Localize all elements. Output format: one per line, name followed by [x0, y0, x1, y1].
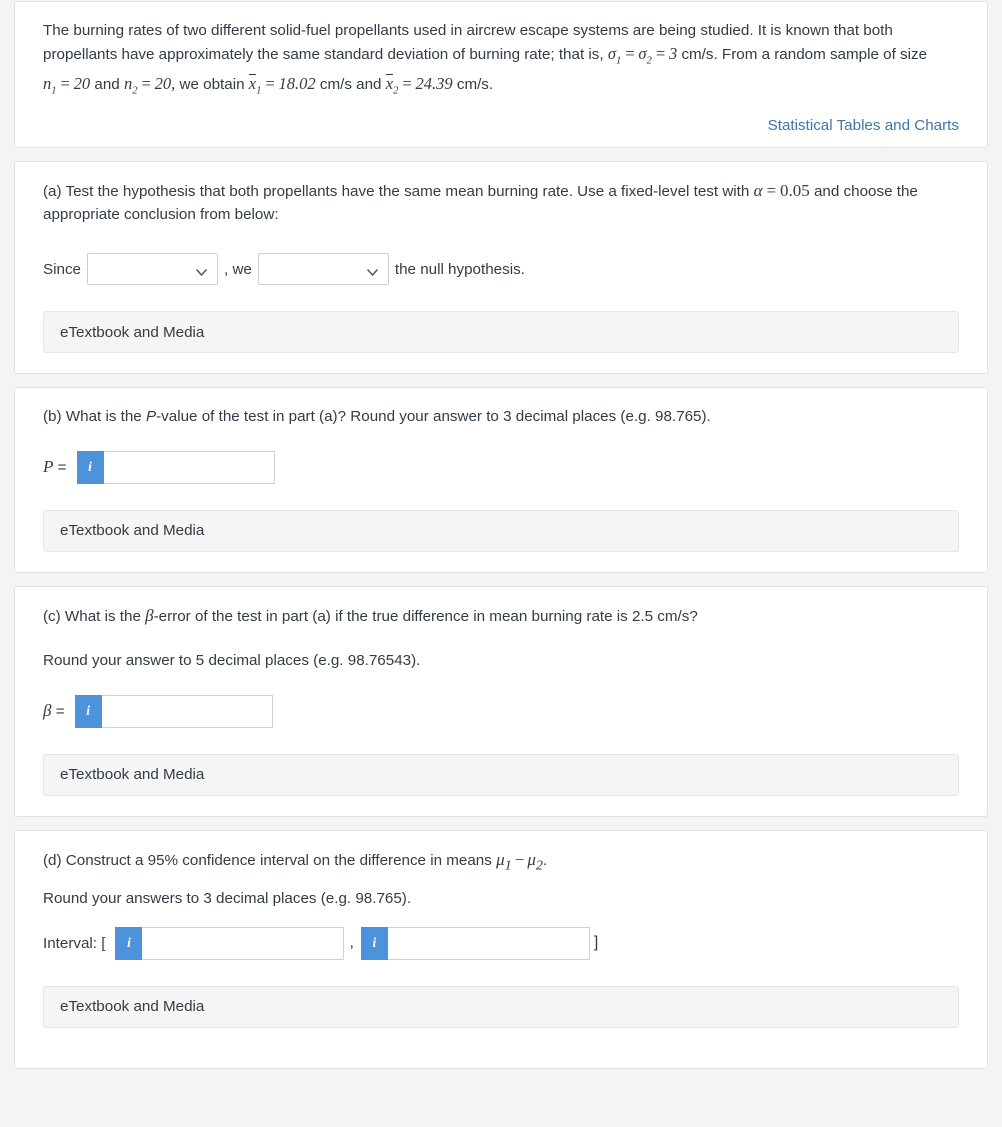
etextbook-label: eTextbook and Media — [60, 323, 205, 341]
part-c-rounding-note: Round your answer to 5 decimal places (e… — [43, 652, 421, 670]
p-answer-label: P = — [43, 457, 67, 477]
info-icon[interactable]: i — [115, 926, 143, 960]
sigma-equals-2: = — [654, 43, 666, 63]
part-a-question: (a) Test the hypothesis that both propel… — [43, 180, 959, 226]
part-c-question: (c) What is the β-error of the test in p… — [43, 605, 959, 629]
problem-statement-text: The burning rates of two different solid… — [43, 20, 959, 103]
part-b-answer-row: P = i — [43, 450, 959, 484]
chevron-down-icon — [367, 265, 378, 276]
beta-value-input[interactable] — [101, 694, 273, 728]
part-c-card: (c) What is the β-error of the test in p… — [14, 585, 988, 817]
and-connector-1: and — [94, 76, 120, 94]
since-label: Since — [43, 260, 81, 278]
interval-upper-input-group: i — [360, 926, 590, 960]
tables-link-row: Statistical Tables and Charts — [43, 117, 959, 135]
part-d-answer-row: Interval: [ i , i ] — [43, 926, 959, 960]
info-icon[interactable]: i — [76, 450, 104, 484]
mu-1-symbol: μ1 — [496, 849, 512, 873]
chevron-down-icon — [196, 265, 207, 276]
part-a-question-pre: (a) Test the hypothesis that both propel… — [43, 183, 750, 201]
interval-lower-input-group: i — [115, 926, 345, 960]
n1-equals: = — [59, 74, 71, 94]
sigma-equals-1: = — [624, 43, 636, 63]
part-d-card: (d) Construct a 95% confidence interval … — [14, 829, 988, 1069]
sigma-value: 3 — [668, 43, 678, 63]
sigma-1-symbol: σ1 — [607, 43, 622, 66]
part-c-question-post: -error of the test in part (a) if the tr… — [153, 607, 698, 625]
n2-value: 20, — [154, 74, 176, 94]
part-c-etextbook-and-media[interactable]: eTextbook and Media — [43, 753, 959, 796]
part-b-question: (b) What is the P-value of the test in p… — [43, 406, 959, 429]
alpha-value: 0.05 — [780, 181, 810, 201]
xbar1-value: 18.02 — [278, 74, 316, 94]
info-icon[interactable]: i — [360, 926, 388, 960]
part-d-rounding-note: Round your answers to 3 decimal places (… — [43, 890, 412, 908]
sigma-2-symbol: σ2 — [638, 43, 652, 66]
etextbook-label: eTextbook and Media — [60, 766, 205, 784]
mu-2-symbol: μ2 — [527, 849, 543, 873]
alpha-symbol: α — [753, 181, 763, 201]
problem-text-part-2: cm/s. From a random sample of size — [681, 45, 928, 63]
xbar-2-symbol: x2 — [385, 74, 399, 97]
problem-statement-card: The burning rates of two different solid… — [14, 1, 988, 149]
part-d-etextbook-and-media[interactable]: eTextbook and Media — [43, 985, 959, 1028]
question-page: The burning rates of two different solid… — [0, 1, 1002, 1069]
minus-operator: − — [514, 849, 525, 869]
beta-symbol: β — [145, 605, 154, 625]
part-c-question-pre: (c) What is the — [43, 607, 141, 625]
part-b-card: (b) What is the P-value of the test in p… — [14, 387, 988, 573]
conclusion-decision-select[interactable] — [257, 253, 389, 286]
part-a-etextbook-and-media[interactable]: eTextbook and Media — [43, 311, 959, 354]
etextbook-label: eTextbook and Media — [60, 998, 205, 1016]
part-d-question: (d) Construct a 95% confidence interval … — [43, 849, 959, 877]
info-icon[interactable]: i — [74, 694, 102, 728]
xbar2-equals: = — [401, 74, 413, 94]
p-value-input[interactable] — [103, 450, 275, 484]
statistical-tables-and-charts-link[interactable]: Statistical Tables and Charts — [768, 117, 959, 134]
p-value-input-group: i — [76, 450, 275, 484]
interval-separator: , — [349, 934, 354, 952]
part-b-question-post: -value of the test in part (a)? Round yo… — [156, 408, 711, 426]
interval-upper-input[interactable] — [387, 926, 590, 960]
part-b-question-pre: (b) What is the — [43, 408, 142, 426]
null-hypothesis-label: the null hypothesis. — [394, 260, 525, 278]
period-mark: . — [542, 851, 548, 869]
n2-symbol: n2 — [123, 74, 138, 97]
units-1: cm/s and — [319, 76, 382, 94]
n1-symbol: n1 — [43, 74, 57, 97]
we-label: , we — [224, 260, 252, 278]
part-d-question-pre: (d) Construct a 95% confidence interval … — [43, 851, 492, 869]
xbar-1-symbol: x1 — [248, 74, 262, 97]
part-a-card: (a) Test the hypothesis that both propel… — [14, 161, 988, 375]
beta-value-input-group: i — [74, 694, 273, 728]
p-value-italic: P — [145, 408, 157, 426]
n1-value: 20 — [73, 74, 91, 94]
beta-answer-label: β = — [43, 701, 65, 721]
xbar2-value: 24.39 — [415, 74, 453, 94]
part-b-etextbook-and-media[interactable]: eTextbook and Media — [43, 509, 959, 552]
etextbook-label: eTextbook and Media — [60, 522, 205, 540]
interval-lower-input[interactable] — [142, 926, 345, 960]
part-c-answer-row: β = i — [43, 694, 959, 728]
n2-equals: = — [140, 74, 152, 94]
interval-close-bracket: ] — [593, 934, 599, 952]
interval-label: Interval: [ — [43, 934, 106, 952]
alpha-equals: = — [765, 181, 777, 201]
part-a-answer-row: Since , we the null hypothesis. — [43, 253, 959, 286]
xbar1-equals: = — [264, 74, 276, 94]
units-2: cm/s. — [456, 76, 494, 94]
conclusion-condition-select[interactable] — [87, 253, 218, 286]
problem-text-part-3: we obtain — [179, 76, 245, 94]
